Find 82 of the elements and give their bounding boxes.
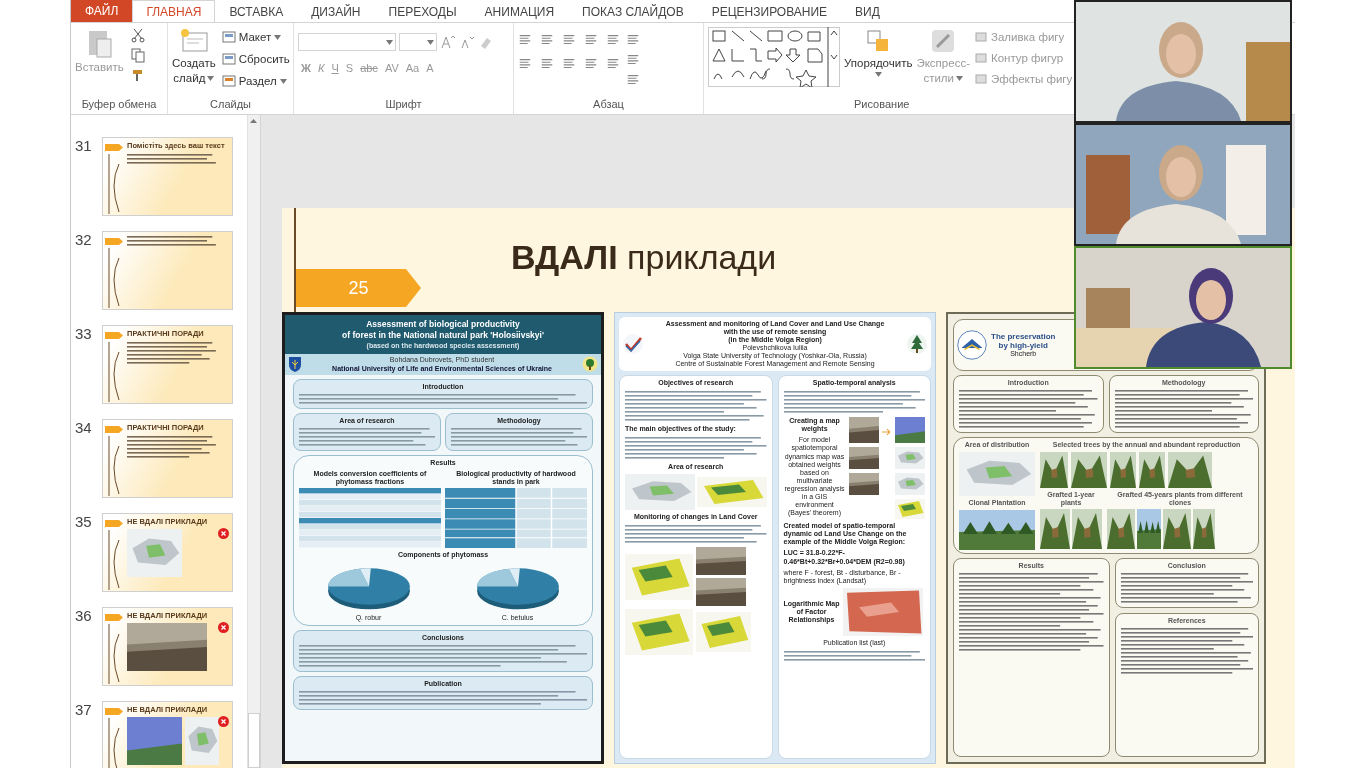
cut-icon[interactable] [129,27,146,43]
tag-icon [105,332,123,339]
poster-title: The preservation [991,331,1056,341]
align-text-icon[interactable] [626,53,640,67]
copy-icon[interactable] [129,47,146,63]
checkmark-logo-icon [622,333,644,356]
curve-drawing [107,624,121,684]
ribbon-tab[interactable]: ГЛАВНАЯ [132,0,216,22]
font-name-field[interactable] [298,33,396,51]
group-label: Буфер обмена [80,98,158,112]
tag-icon [105,238,123,245]
slides-command[interactable]: Раздел [221,71,290,91]
grow-font-icon[interactable] [440,34,456,50]
group-label: Шрифт [384,98,423,112]
caret-icon [874,72,882,77]
tag-icon [105,708,123,715]
tree-emblem-icon [582,356,598,373]
columns-icon[interactable] [606,57,620,71]
slide-number: 31 [75,137,93,156]
group-label: Абзац [592,98,625,112]
new-slide-icon [178,27,209,55]
caret-icon [279,78,287,84]
slide-layout-icon [221,53,236,65]
tag-icon [105,426,123,433]
new-slide-button[interactable]: Создать слайд [172,27,216,98]
caret-icon [956,76,963,81]
slide-thumbnail[interactable] [102,231,233,310]
shield-icon [288,356,302,373]
slide-number: 37 [75,701,93,720]
curve-drawing [107,436,121,496]
caret-icon [386,39,393,45]
slides-command[interactable]: Макет [221,27,290,47]
file-tab[interactable]: ФАЙЛ [71,0,133,22]
bullets-icon[interactable] [518,33,532,47]
curve-drawing [107,530,121,590]
slide-number: 36 [75,607,93,626]
group-label: Слайды [209,98,252,112]
align-left-icon[interactable] [518,57,532,71]
align-center-icon[interactable] [540,57,554,71]
shrink-font-icon[interactable] [459,34,475,50]
slide-title: ВДАЛІ приклади [511,237,777,277]
tag-icon [105,520,123,527]
curve-drawing [107,718,121,768]
align-right-icon[interactable] [562,57,576,71]
tag-icon [105,144,123,151]
arrange-button[interactable]: Упорядочить [844,27,913,98]
numbering-icon[interactable] [540,33,554,47]
curve-drawing [107,154,121,214]
shape-format-icon [973,73,988,85]
line-spacing-icon[interactable] [606,33,620,47]
caret-icon [274,34,282,40]
arrow-icon [881,427,892,438]
increase-indent-icon[interactable] [584,33,598,47]
decrease-indent-icon[interactable] [562,33,576,47]
justify-icon[interactable] [584,57,598,71]
smartart-icon[interactable] [626,73,640,87]
fir-tree-icon [906,333,928,356]
poster-title: by high-yield [997,340,1048,351]
tag-icon [105,614,123,621]
scrollbar[interactable] [247,115,260,768]
font-size-field[interactable] [399,33,437,51]
slide-number: 32 [75,231,93,250]
slide-number: 33 [75,325,93,344]
slide-layout-icon [221,31,236,43]
text-direction-icon[interactable] [626,33,640,47]
shape-format-icon [973,31,988,43]
caret-icon [207,76,215,81]
slide-number: 34 [75,419,93,438]
group-label: Рисование [853,98,911,112]
scroll-thumb[interactable] [248,713,260,768]
slide-number: 35 [75,513,93,532]
slides-command[interactable]: Сбросить [221,49,290,69]
slide-number-badge: 25 [296,269,421,307]
curve-drawing [107,342,121,402]
caret-icon [427,39,434,45]
slide-layout-icon [221,75,236,87]
poster-title: Assessment of biological productivity [365,320,521,330]
poster-title: of forest in the National natural park 'Holosiivskyi' [341,330,545,341]
curve-drawing [107,248,121,308]
university-logo-icon [957,330,987,360]
shape-format-icon [973,52,988,64]
shapes-gallery[interactable] [708,27,840,87]
